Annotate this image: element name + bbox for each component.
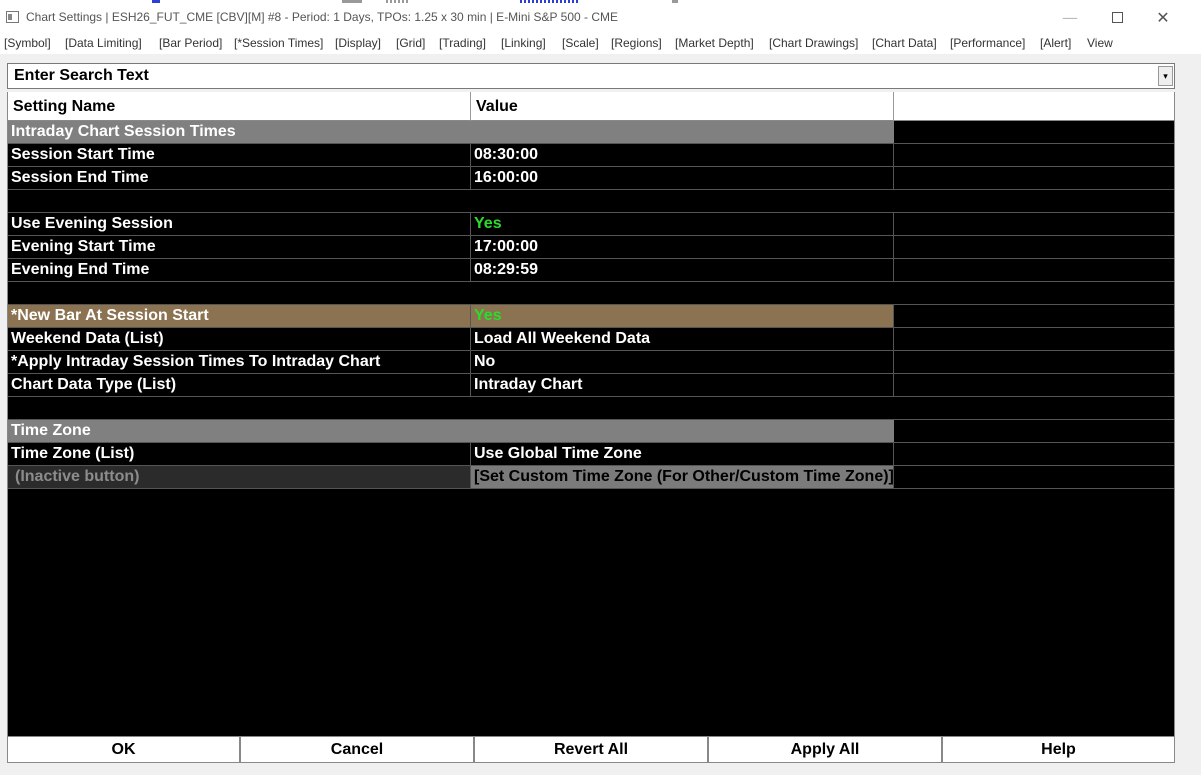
- menu-item-bar-period[interactable]: [Bar Period]: [159, 36, 222, 50]
- setting-name: Session Start Time: [8, 144, 471, 166]
- setting-name: *New Bar At Session Start: [8, 305, 471, 327]
- column-header-value[interactable]: Value: [471, 92, 894, 121]
- setting-value[interactable]: Load All Weekend Data: [471, 328, 894, 350]
- menu-item-regions[interactable]: [Regions]: [611, 36, 662, 50]
- app-icon: [6, 11, 19, 23]
- minimize-button[interactable]: —: [1047, 0, 1093, 34]
- top-edge-marks: [386, 0, 410, 3]
- menu-bar: [Symbol] [Data Limiting] [Bar Period] [*…: [0, 34, 1201, 54]
- setting-extra: [894, 144, 1174, 166]
- setting-row-apply-intraday-session-times[interactable]: *Apply Intraday Session Times To Intrada…: [8, 351, 1174, 374]
- menu-item-linking[interactable]: [Linking]: [501, 36, 546, 50]
- dialog-buttons: OK Cancel Revert All Apply All Help: [7, 736, 1175, 763]
- section-row-time-zone: Time Zone: [8, 420, 1174, 443]
- setting-extra: [894, 351, 1174, 373]
- menu-item-alert[interactable]: [Alert]: [1040, 36, 1071, 50]
- setting-name: Session End Time: [8, 167, 471, 189]
- column-header-extra: [894, 92, 1174, 121]
- setting-name: Chart Data Type (List): [8, 374, 471, 396]
- setting-value[interactable]: 16:00:00: [471, 167, 894, 189]
- setting-row-use-evening-session[interactable]: Use Evening Session Yes: [8, 213, 1174, 236]
- minimize-icon: —: [1062, 7, 1078, 27]
- setting-row-time-zone[interactable]: Time Zone (List) Use Global Time Zone: [8, 443, 1174, 466]
- search-combo: ▾: [7, 63, 1175, 89]
- maximize-button[interactable]: [1094, 0, 1140, 34]
- menu-item-data-limiting[interactable]: [Data Limiting]: [65, 36, 142, 50]
- section-label: Intraday Chart Session Times: [8, 121, 894, 143]
- setting-extra: [894, 466, 1174, 488]
- menu-item-symbol[interactable]: [Symbol]: [4, 36, 51, 50]
- revert-all-button[interactable]: Revert All: [474, 736, 708, 763]
- setting-extra: [894, 328, 1174, 350]
- setting-value[interactable]: Intraday Chart: [471, 374, 894, 396]
- setting-value[interactable]: No: [471, 351, 894, 373]
- title-bar: Chart Settings | ESH26_FUT_CME [CBV][M] …: [0, 0, 1201, 34]
- setting-extra: [894, 443, 1174, 465]
- column-header-setting-name[interactable]: Setting Name: [8, 92, 471, 121]
- blank-row: [8, 397, 1174, 420]
- apply-all-button[interactable]: Apply All: [708, 736, 942, 763]
- setting-value[interactable]: Yes: [471, 305, 894, 327]
- grid-header: Setting Name Value: [8, 92, 1174, 121]
- setting-name: Use Evening Session: [8, 213, 471, 235]
- setting-row-chart-data-type[interactable]: Chart Data Type (List) Intraday Chart: [8, 374, 1174, 397]
- close-button[interactable]: ✕: [1140, 0, 1186, 34]
- setting-value[interactable]: Yes: [471, 213, 894, 235]
- setting-name: Evening Start Time: [8, 236, 471, 258]
- setting-row-new-bar-at-session-start[interactable]: *New Bar At Session Start Yes: [8, 305, 1174, 328]
- setting-extra: [894, 305, 1174, 327]
- top-edge-marks: [672, 0, 678, 3]
- top-edge-marks: [152, 0, 160, 3]
- setting-row-inactive-button: (Inactive button) [Set Custom Time Zone …: [8, 466, 1174, 489]
- setting-row-weekend-data[interactable]: Weekend Data (List) Load All Weekend Dat…: [8, 328, 1174, 351]
- top-edge-marks: [342, 0, 362, 3]
- setting-extra: [894, 374, 1174, 396]
- blank-row: [8, 282, 1174, 305]
- menu-item-session-times[interactable]: [*Session Times]: [234, 36, 323, 50]
- setting-row-session-end-time[interactable]: Session End Time 16:00:00: [8, 167, 1174, 190]
- menu-item-market-depth[interactable]: [Market Depth]: [675, 36, 754, 50]
- help-button[interactable]: Help: [942, 736, 1175, 763]
- ok-button[interactable]: OK: [7, 736, 240, 763]
- setting-name: *Apply Intraday Session Times To Intrada…: [8, 351, 471, 373]
- menu-item-display[interactable]: [Display]: [335, 36, 381, 50]
- setting-row-session-start-time[interactable]: Session Start Time 08:30:00: [8, 144, 1174, 167]
- cancel-button[interactable]: Cancel: [240, 736, 474, 763]
- search-input[interactable]: [8, 64, 1158, 88]
- top-edge-marks: [520, 0, 580, 3]
- menu-item-chart-drawings[interactable]: [Chart Drawings]: [769, 36, 858, 50]
- setting-value[interactable]: 17:00:00: [471, 236, 894, 258]
- settings-grid: Setting Name Value Intraday Chart Sessio…: [7, 92, 1175, 736]
- menu-item-trading[interactable]: [Trading]: [439, 36, 486, 50]
- menu-item-scale[interactable]: [Scale]: [562, 36, 599, 50]
- set-custom-time-zone-button[interactable]: [Set Custom Time Zone (For Other/Custom …: [471, 466, 894, 488]
- setting-extra: [894, 236, 1174, 258]
- setting-name: Weekend Data (List): [8, 328, 471, 350]
- menu-item-grid[interactable]: [Grid]: [396, 36, 425, 50]
- setting-extra: [894, 213, 1174, 235]
- setting-value[interactable]: 08:29:59: [471, 259, 894, 281]
- search-dropdown-button[interactable]: ▾: [1158, 66, 1173, 86]
- setting-extra: [894, 167, 1174, 189]
- menu-item-performance[interactable]: [Performance]: [950, 36, 1025, 50]
- section-row-intraday-session-times: Intraday Chart Session Times: [8, 121, 1174, 144]
- blank-row: [8, 190, 1174, 213]
- setting-row-evening-end-time[interactable]: Evening End Time 08:29:59: [8, 259, 1174, 282]
- section-label: Time Zone: [8, 420, 894, 442]
- menu-item-chart-data[interactable]: [Chart Data]: [872, 36, 937, 50]
- setting-name: Evening End Time: [8, 259, 471, 281]
- setting-name: (Inactive button): [8, 466, 471, 488]
- maximize-icon: [1111, 11, 1123, 23]
- setting-name: Time Zone (List): [8, 443, 471, 465]
- setting-extra: [894, 259, 1174, 281]
- setting-value[interactable]: 08:30:00: [471, 144, 894, 166]
- setting-value[interactable]: Use Global Time Zone: [471, 443, 894, 465]
- chevron-down-icon: ▾: [1163, 70, 1168, 81]
- close-icon: ✕: [1156, 7, 1170, 27]
- menu-item-view[interactable]: View: [1087, 36, 1113, 50]
- setting-row-evening-start-time[interactable]: Evening Start Time 17:00:00: [8, 236, 1174, 259]
- window-title: Chart Settings | ESH26_FUT_CME [CBV][M] …: [26, 10, 619, 24]
